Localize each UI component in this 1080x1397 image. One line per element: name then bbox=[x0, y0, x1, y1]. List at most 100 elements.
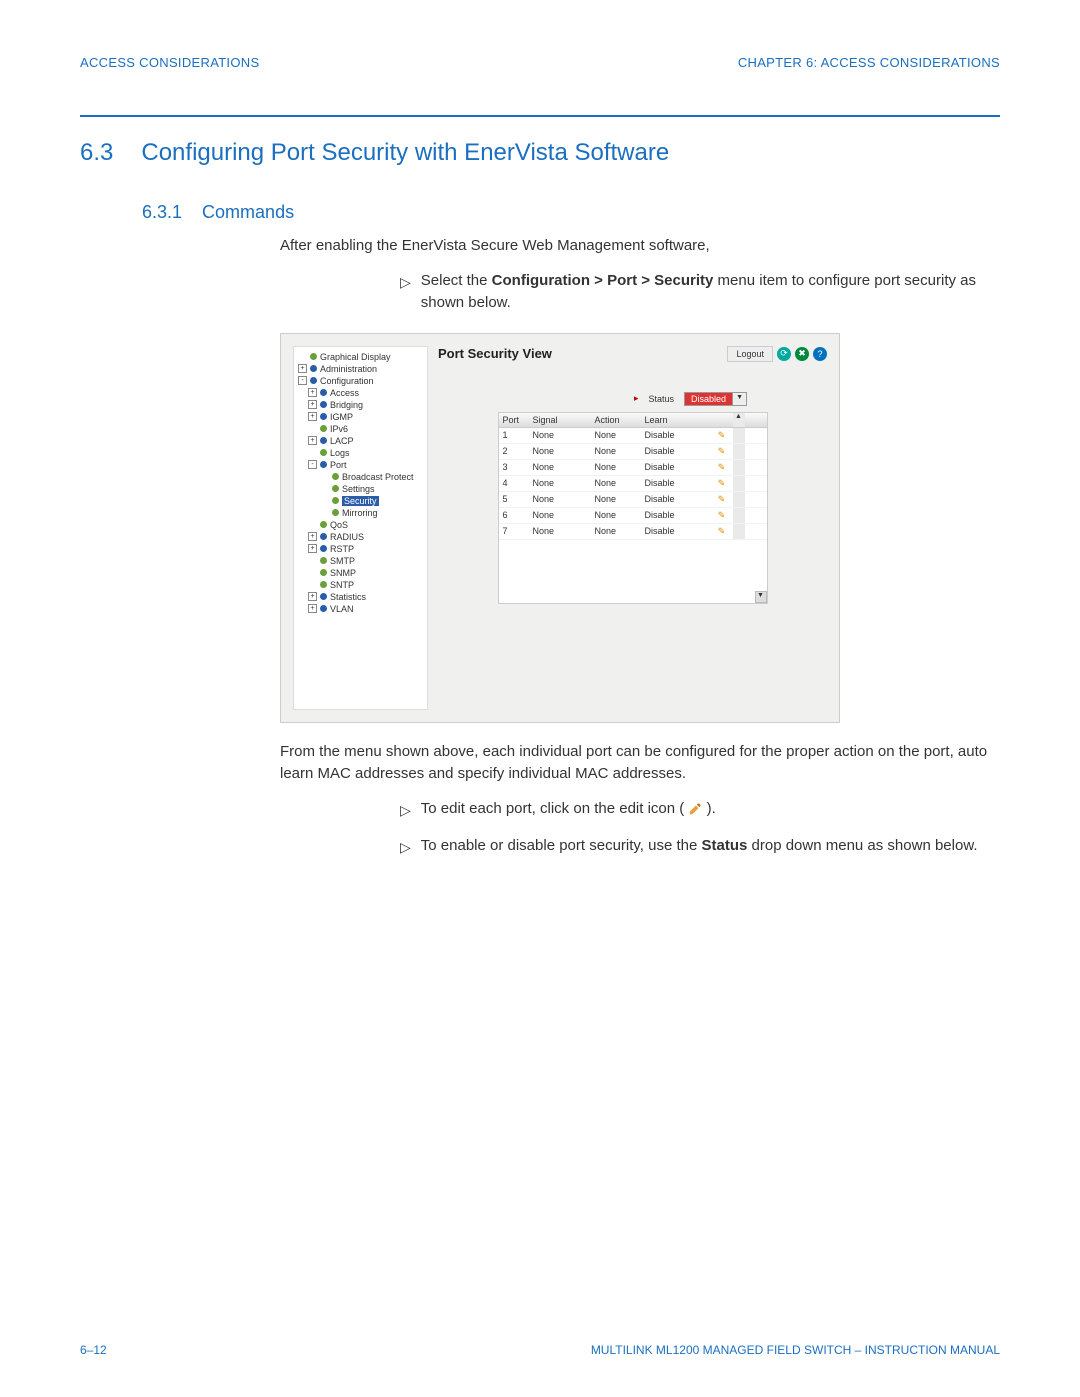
expand-icon[interactable]: + bbox=[308, 388, 317, 397]
node-bullet-icon bbox=[320, 437, 327, 444]
expand-icon[interactable]: + bbox=[308, 532, 317, 541]
status-dropdown[interactable]: Disabled ▼ bbox=[684, 392, 747, 406]
page-number: 6–12 bbox=[80, 1343, 107, 1357]
cell-signal: None bbox=[529, 476, 591, 491]
step3-text-a: To enable or disable port security, use … bbox=[421, 837, 702, 854]
tree-item[interactable]: + Bridging bbox=[296, 399, 425, 411]
cell-learn: Disable bbox=[641, 508, 711, 523]
expand-icon[interactable]: + bbox=[308, 436, 317, 445]
tree-item-label: Statistics bbox=[330, 592, 366, 602]
tree-item[interactable]: SNTP bbox=[296, 579, 425, 591]
cell-port: 5 bbox=[499, 492, 529, 507]
tree-item[interactable]: Logs bbox=[296, 447, 425, 459]
tree-item[interactable]: SNMP bbox=[296, 567, 425, 579]
node-bullet-icon bbox=[320, 605, 327, 612]
cell-signal: None bbox=[529, 460, 591, 475]
cell-signal: None bbox=[529, 444, 591, 459]
cell-action: None bbox=[591, 508, 641, 523]
tree-item[interactable]: -Configuration bbox=[296, 375, 425, 387]
scroll-down-icon[interactable]: ▼ bbox=[755, 591, 767, 603]
edit-row-icon[interactable]: ✎ bbox=[711, 508, 733, 523]
tree-item-label: Port bbox=[330, 460, 347, 470]
section-title: 6.3 Configuring Port Security with EnerV… bbox=[80, 139, 1000, 167]
cell-action: None bbox=[591, 476, 641, 491]
node-bullet-icon bbox=[320, 425, 327, 432]
refresh-icon[interactable]: ⟳ bbox=[777, 347, 791, 361]
expand-icon[interactable]: + bbox=[308, 592, 317, 601]
tree-item[interactable]: +Access bbox=[296, 387, 425, 399]
edit-pencil-icon bbox=[688, 802, 702, 816]
tree-item-label: IPv6 bbox=[330, 424, 348, 434]
expand-icon[interactable]: + bbox=[308, 604, 317, 613]
tree-item[interactable]: +RSTP bbox=[296, 543, 425, 555]
header-left: ACCESS CONSIDERATIONS bbox=[80, 55, 259, 70]
cell-signal: None bbox=[529, 508, 591, 523]
subsection-number: 6.3.1 bbox=[142, 202, 182, 223]
node-bullet-icon bbox=[310, 377, 317, 384]
scroll-up-icon[interactable]: ▲ bbox=[733, 413, 745, 427]
edit-row-icon[interactable]: ✎ bbox=[711, 524, 733, 539]
stop-icon[interactable]: ✖ bbox=[795, 347, 809, 361]
cell-port: 1 bbox=[499, 428, 529, 443]
edit-row-icon[interactable]: ✎ bbox=[711, 476, 733, 491]
tree-item[interactable]: Settings bbox=[296, 483, 425, 495]
expand-icon[interactable]: + bbox=[308, 544, 317, 553]
step-3: ▷ To enable or disable port security, us… bbox=[400, 835, 1000, 858]
edit-row-icon[interactable]: ✎ bbox=[711, 428, 733, 443]
tree-item[interactable]: Graphical Display bbox=[296, 351, 425, 363]
tree-item[interactable]: QoS bbox=[296, 519, 425, 531]
logout-button[interactable]: Logout bbox=[727, 346, 773, 362]
col-signal: Signal bbox=[529, 413, 591, 427]
tree-item[interactable]: Mirroring bbox=[296, 507, 425, 519]
collapse-icon[interactable]: - bbox=[298, 376, 307, 385]
tree-item[interactable]: +IGMP bbox=[296, 411, 425, 423]
tree-item[interactable]: - Port bbox=[296, 459, 425, 471]
step2-text-end: ). bbox=[707, 800, 716, 817]
cell-learn: Disable bbox=[641, 492, 711, 507]
header-rule bbox=[80, 115, 1000, 117]
node-bullet-icon bbox=[320, 581, 327, 588]
step3-status-word: Status bbox=[702, 837, 748, 854]
tree-item-label: SNMP bbox=[330, 568, 356, 578]
table-row: 2NoneNoneDisable✎ bbox=[499, 444, 767, 460]
edit-row-icon[interactable]: ✎ bbox=[711, 460, 733, 475]
expand-icon[interactable]: + bbox=[298, 364, 307, 373]
tree-item-label: Mirroring bbox=[342, 508, 378, 518]
header-right: CHAPTER 6: ACCESS CONSIDERATIONS bbox=[738, 55, 1000, 70]
node-bullet-icon bbox=[320, 533, 327, 540]
paragraph-description: From the menu shown above, each individu… bbox=[280, 741, 1000, 786]
cell-learn: Disable bbox=[641, 444, 711, 459]
expand-icon[interactable]: + bbox=[308, 400, 317, 409]
col-action: Action bbox=[591, 413, 641, 427]
table-row: 4NoneNoneDisable✎ bbox=[499, 476, 767, 492]
tree-item-label: Bridging bbox=[330, 400, 363, 410]
step-2: ▷ To edit each port, click on the edit i… bbox=[400, 798, 1000, 821]
chevron-down-icon[interactable]: ▼ bbox=[733, 392, 747, 406]
edit-row-icon[interactable]: ✎ bbox=[711, 492, 733, 507]
node-bullet-icon bbox=[320, 413, 327, 420]
expand-icon[interactable]: + bbox=[308, 412, 317, 421]
tree-item[interactable]: + Statistics bbox=[296, 591, 425, 603]
triangle-bullet-icon: ▷ bbox=[400, 837, 411, 858]
cell-learn: Disable bbox=[641, 476, 711, 491]
tree-item[interactable]: +Administration bbox=[296, 363, 425, 375]
node-bullet-icon bbox=[320, 557, 327, 564]
node-bullet-icon bbox=[332, 485, 339, 492]
panel-title: Port Security View bbox=[438, 346, 552, 361]
nav-tree[interactable]: Graphical Display+Administration-Configu… bbox=[293, 346, 428, 710]
edit-row-icon[interactable]: ✎ bbox=[711, 444, 733, 459]
collapse-icon[interactable]: - bbox=[308, 460, 317, 469]
tree-item[interactable]: +RADIUS bbox=[296, 531, 425, 543]
tree-item-label: Settings bbox=[342, 484, 375, 494]
tree-item[interactable]: +VLAN bbox=[296, 603, 425, 615]
subsection-title: 6.3.1 Commands bbox=[142, 202, 1000, 223]
cell-signal: None bbox=[529, 492, 591, 507]
help-icon[interactable]: ? bbox=[813, 347, 827, 361]
tree-item-label: LACP bbox=[330, 436, 354, 446]
node-bullet-icon bbox=[320, 593, 327, 600]
tree-item[interactable]: IPv6 bbox=[296, 423, 425, 435]
tree-item[interactable]: Broadcast Protect bbox=[296, 471, 425, 483]
tree-item[interactable]: SMTP bbox=[296, 555, 425, 567]
tree-item[interactable]: + LACP bbox=[296, 435, 425, 447]
tree-item[interactable]: Security bbox=[296, 495, 425, 507]
